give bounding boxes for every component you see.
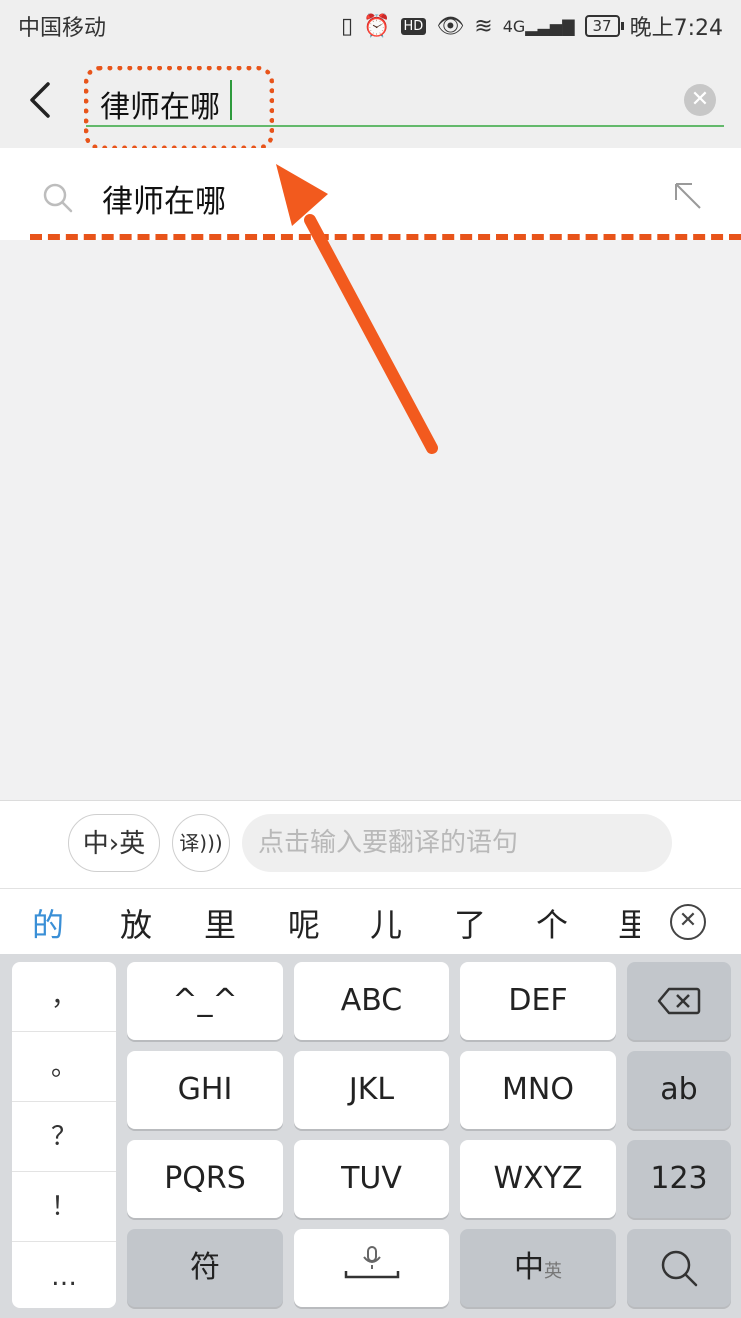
key-number-mode[interactable]: 123	[627, 1140, 731, 1218]
candidate-word[interactable]: 里	[618, 900, 640, 946]
key-ghi[interactable]: GHI	[127, 1051, 283, 1129]
candidate-word[interactable]: 了	[454, 900, 486, 946]
fill-arrow-icon[interactable]	[672, 180, 706, 214]
lang-main-label: 中	[514, 1250, 544, 1285]
search-key[interactable]	[627, 1229, 731, 1307]
punct-key[interactable]: 。	[12, 1032, 116, 1102]
search-icon	[661, 1250, 698, 1287]
battery-level: 37	[592, 17, 612, 35]
candidate-word[interactable]: 儿	[370, 900, 402, 946]
carrier-label: 中国移动	[18, 16, 107, 41]
space-key[interactable]	[294, 1229, 449, 1307]
backspace-key[interactable]	[627, 962, 731, 1040]
key-mno[interactable]: MNO	[460, 1051, 616, 1129]
punct-key[interactable]: …	[12, 1242, 116, 1312]
hd-icon: HD	[400, 17, 427, 35]
candidate-word[interactable]: 个	[536, 900, 568, 946]
translate-icon-label: 译	[179, 831, 200, 855]
clock-time: 晚上7:24	[629, 16, 723, 41]
key-def[interactable]: DEF	[460, 962, 616, 1040]
annotation-arrow-icon	[276, 164, 438, 454]
key-tuv[interactable]: TUV	[294, 1140, 449, 1218]
eye-icon: 👁	[436, 13, 465, 39]
candidate-word[interactable]: 放	[120, 900, 152, 946]
status-icons: ▯ ⏰ HD 👁 ≋ 4G▂▃▅▇ 37 晚上7:24	[341, 10, 723, 42]
lang-small-label: 英	[544, 1261, 562, 1282]
wifi-icon: ≋	[474, 13, 493, 39]
microphone-icon	[344, 1246, 399, 1279]
clear-circle-icon[interactable]: ✕	[684, 84, 716, 116]
candidate-word[interactable]: 里	[204, 900, 236, 946]
translate-input[interactable]: 点击输入要翻译的语句	[242, 814, 672, 872]
punct-key[interactable]: ？	[12, 1102, 116, 1172]
key-pqrs[interactable]: PQRS	[127, 1140, 283, 1218]
key-english-mode[interactable]: ab	[627, 1051, 731, 1129]
back-chevron-icon[interactable]	[26, 80, 56, 120]
key-wxyz[interactable]: WXYZ	[460, 1140, 616, 1218]
close-candidates-icon[interactable]: ✕	[670, 904, 706, 940]
battery-icon: 37	[584, 15, 624, 37]
key-symbols[interactable]: 符	[127, 1229, 283, 1307]
translate-icon[interactable]: 译)))	[172, 814, 230, 872]
key-abc[interactable]: ABC	[294, 962, 449, 1040]
candidate-word[interactable]: 的	[32, 900, 64, 946]
signal-4g-icon: 4G▂▃▅▇	[502, 16, 575, 36]
backspace-icon	[657, 987, 701, 1015]
vibrate-icon: ▯	[341, 13, 354, 39]
annotation-highlight-box	[84, 66, 274, 150]
candidate-word[interactable]: 呢	[288, 900, 320, 946]
suggestion-text[interactable]: 律师在哪	[102, 176, 226, 221]
key-emoticon[interactable]: ^_^	[127, 962, 283, 1040]
alarm-icon: ⏰	[363, 13, 391, 39]
search-icon	[43, 183, 73, 213]
punct-key[interactable]: ！	[12, 1172, 116, 1242]
key-language-switch[interactable]: 中英	[460, 1229, 616, 1307]
key-jkl[interactable]: JKL	[294, 1051, 449, 1129]
language-toggle-button[interactable]: 中›英	[68, 814, 160, 872]
network-label: 4G	[502, 16, 526, 36]
punct-key[interactable]: ，	[12, 962, 116, 1032]
